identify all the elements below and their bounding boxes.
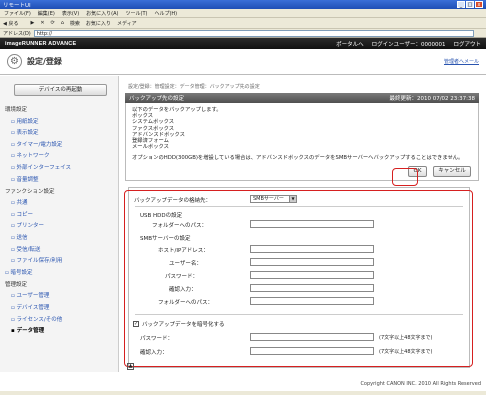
sidebar-item-label: コピー [16, 211, 33, 218]
sidebar-item-label: ファイル保存/利用 [16, 258, 63, 265]
browser-toolbar: ◀ 戻る ▶ ✕ ⟳ ⌂ 検索 お気に入り メディア [0, 18, 486, 29]
sidebar-item-copy[interactable]: ▫ コピー [11, 210, 118, 218]
logout-link[interactable]: ログアウト [453, 40, 481, 48]
window-titlebar: リモートUI _ □ x [0, 0, 486, 9]
sidebar-item-data-management[interactable]: ▪ データ管理 [11, 326, 118, 334]
sidebar-item-receive[interactable]: ▫ 受信/転送 [11, 245, 118, 253]
page-header: ⚙ 設定/登録 管理者へメール [0, 49, 486, 75]
sidebar-item-user-management[interactable]: ▫ ユーザー管理 [11, 291, 118, 299]
section-title: バックアップ先の設定 [129, 96, 185, 102]
sidebar-item-label: 暗号設定 [10, 269, 33, 276]
sidebar-item-file-storage[interactable]: ▫ ファイル保存/利用 [11, 256, 118, 264]
brand-logo: imageRUNNER ADVANCE [5, 40, 77, 47]
sidebar-item-printer[interactable]: ▫ プリンター [11, 221, 118, 229]
copyright: Copyright CANON INC. 2010 All Rights Res… [360, 381, 481, 387]
maximize-button[interactable]: □ [466, 1, 474, 8]
menubar: ファイル(F) 編集(E) 表示(V) お気に入り(A) ツール(T) ヘルプ(… [0, 9, 486, 18]
form-highlight [124, 190, 473, 367]
favorites-button[interactable]: お気に入り [86, 20, 111, 27]
page-title: 設定/登録 [27, 57, 62, 66]
menu-help[interactable]: ヘルプ(H) [154, 10, 177, 17]
sidebar-item-common[interactable]: ▫ 共通 [11, 198, 118, 206]
info-line: メールボックス [132, 144, 169, 151]
menu-tools[interactable]: ツール(T) [126, 10, 148, 17]
address-bar: アドレス(D) http:// [0, 29, 486, 38]
home-icon[interactable]: ⌂ [61, 20, 64, 26]
section-header: バックアップ先の設定 最終更新：2010 07/02 23:37:38 [125, 93, 479, 103]
last-updated: 最終更新：2010 07/02 23:37:38 [389, 96, 475, 102]
sidebar-item-label: 共通 [16, 200, 28, 207]
restart-device-button[interactable]: デバイスの再起動 [14, 84, 107, 96]
back-button[interactable]: ◀ 戻る [3, 20, 24, 27]
mail-admin-link[interactable]: 管理者へメール [444, 58, 479, 65]
sidebar-item-timer[interactable]: ▫ タイマー/電力設定 [11, 140, 118, 148]
sidebar-group-management: 管理設定 [5, 281, 28, 288]
close-button[interactable]: x [475, 1, 483, 8]
app-header: imageRUNNER ADVANCE ポータルへ ログインユーザー：00000… [0, 38, 486, 49]
back-label: 戻る [8, 20, 19, 27]
login-user-label: ログインユーザー：0000001 [371, 41, 446, 48]
sidebar-item-license[interactable]: ▫ ライセンス/その他 [11, 315, 118, 323]
refresh-icon[interactable]: ⟳ [51, 20, 55, 26]
sidebar-item-encryption[interactable]: ▫ 暗号設定 [5, 268, 118, 276]
menu-view[interactable]: 表示(V) [62, 10, 79, 17]
ok-highlight [392, 168, 418, 186]
sidebar-item-label: 音量調整 [16, 176, 39, 183]
sidebar-item-device-management[interactable]: ▫ デバイス管理 [11, 303, 118, 311]
menu-edit[interactable]: 編集(E) [38, 10, 55, 17]
sidebar-item-label: 表示設定 [16, 130, 39, 137]
backup-info-panel: 以下のデータをバックアップします。 ボックス システムボックス ファクスボックス… [125, 103, 479, 181]
sidebar-item-label: 送信 [16, 234, 28, 241]
sidebar-item-label: ライセンス/その他 [16, 316, 63, 323]
page-top-icon[interactable]: ▲ [127, 363, 134, 370]
sidebar-item-label: デバイス管理 [16, 304, 50, 311]
window-title: リモートUI [3, 2, 31, 9]
sidebar-item-paper[interactable]: ▫ 用紙設定 [11, 117, 118, 125]
sidebar-item-label: ネットワーク [16, 153, 50, 160]
address-label: アドレス(D) [3, 30, 31, 37]
sidebar-item-label: ユーザー管理 [16, 293, 50, 300]
sidebar-item-label: データ管理 [16, 328, 45, 335]
sidebar-item-network[interactable]: ▫ ネットワーク [11, 151, 118, 159]
sidebar-item-send[interactable]: ▫ 送信 [11, 233, 118, 241]
sidebar-item-label: 用紙設定 [16, 118, 39, 125]
sidebar-item-display[interactable]: ▫ 表示設定 [11, 128, 118, 136]
sidebar-item-label: 外部インターフェイス [16, 164, 71, 171]
sidebar: デバイスの再起動 環境設定 ▫ 用紙設定 ▫ 表示設定 ▫ タイマー/電力設定 … [0, 76, 119, 372]
forward-button[interactable]: ▶ [30, 20, 34, 26]
breadcrumb: 設定/登録：管理設定：データ管理：バックアップ先の設定 [128, 84, 260, 90]
media-button[interactable]: メディア [117, 20, 137, 27]
status-bar [0, 391, 486, 395]
stop-icon[interactable]: ✕ [40, 20, 44, 26]
menu-favorites[interactable]: お気に入り(A) [86, 10, 118, 17]
sidebar-item-label: プリンター [16, 223, 44, 230]
sidebar-item-interface[interactable]: ▫ 外部インターフェイス [11, 163, 118, 171]
hdd-note: オプションのHDD(300GB)を増設している場合は、アドバンスドボックスのデー… [132, 155, 464, 162]
sidebar-group-function: ファンクション設定 [5, 188, 55, 195]
minimize-button[interactable]: _ [457, 1, 465, 8]
sidebar-item-label: タイマー/電力設定 [16, 141, 63, 148]
search-button[interactable]: 検索 [70, 20, 80, 27]
address-input[interactable]: http:// [33, 29, 474, 37]
sidebar-item-label: 受信/転送 [16, 246, 41, 253]
sidebar-group-environment: 環境設定 [5, 107, 28, 113]
portal-link[interactable]: ポータルへ [336, 40, 364, 48]
menu-file[interactable]: ファイル(F) [4, 10, 31, 17]
gear-icon: ⚙ [7, 54, 22, 69]
sidebar-item-volume[interactable]: ▫ 音量調整 [11, 175, 118, 183]
cancel-button[interactable]: キャンセル [433, 166, 471, 177]
